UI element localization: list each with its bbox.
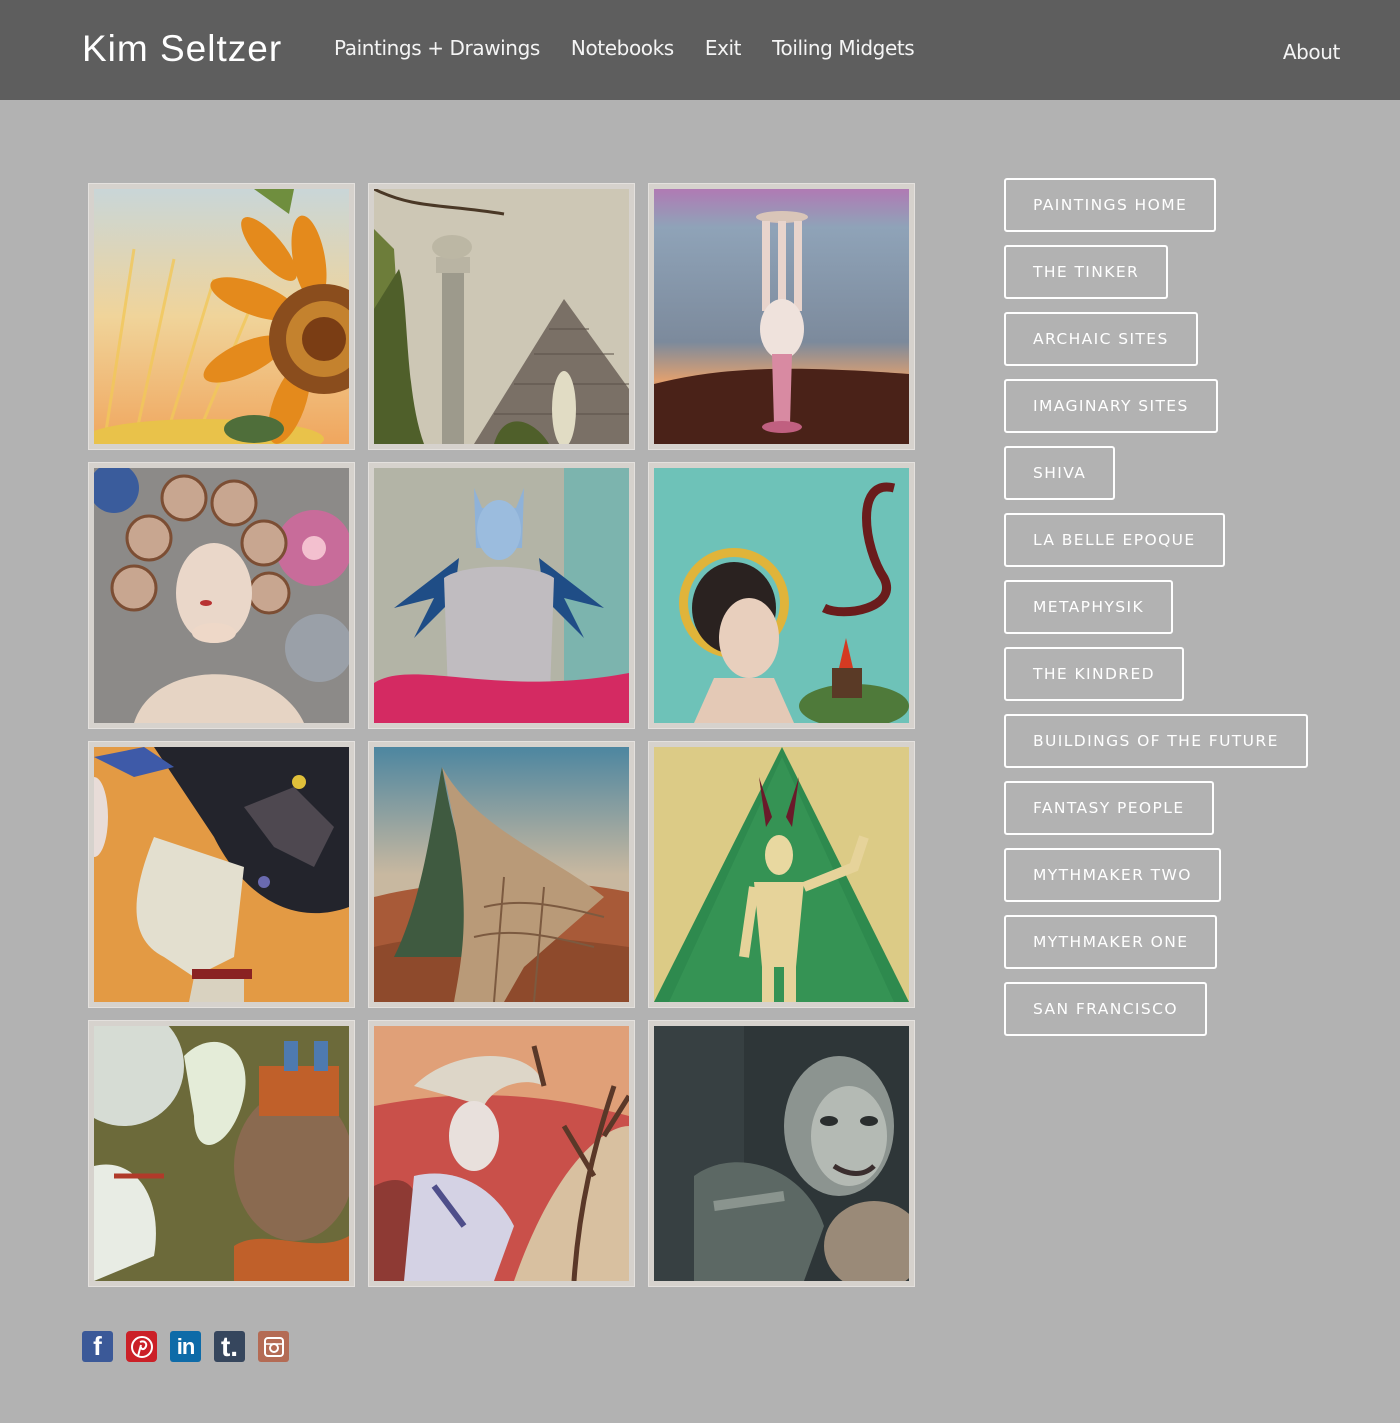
pinterest-glyph [130,1335,153,1358]
gallery-tile[interactable] [368,183,635,450]
nav-toiling-midgets[interactable]: Toiling Midgets [772,36,915,60]
pillar-pyramid-painting [374,189,629,444]
category-fantasy-people[interactable]: FANTASY PEOPLE [1004,781,1214,835]
pinterest-icon[interactable] [126,1331,157,1362]
category-san-francisco[interactable]: SAN FRANCISCO [1004,982,1207,1036]
gallery-tile[interactable] [88,1020,355,1287]
bat-woman-profile-painting [94,747,349,1002]
gallery-tile[interactable] [648,183,915,450]
dark-masked-face-painting [654,1026,909,1281]
site-brand-link[interactable]: Kim Seltzer [82,28,282,70]
tumblr-icon[interactable]: t. [214,1331,245,1362]
windswept-figure-painting [374,1026,629,1281]
instagram-icon[interactable] [258,1331,289,1362]
floating-column-painting [654,189,909,444]
painting-gallery-grid [88,183,915,1287]
category-metaphysik[interactable]: METAPHYSIK [1004,580,1174,634]
facebook-icon[interactable]: f [82,1331,113,1362]
floral-headdress-figure-painting [94,468,349,723]
gallery-tile[interactable] [368,741,635,1008]
horned-figure-green-triangle-painting [654,747,909,1002]
nav-paintings-drawings[interactable]: Paintings + Drawings [334,36,540,60]
gallery-tile[interactable] [648,741,915,1008]
crowned-surreal-figures-painting [94,1026,349,1281]
top-navigation-bar: Kim Seltzer Paintings + Drawings Noteboo… [0,0,1400,100]
category-archaic-sites[interactable]: ARCHAIC SITES [1004,312,1198,366]
haloed-woman-serpent-painting [654,468,909,723]
nav-exit[interactable]: Exit [705,36,742,60]
gallery-tile[interactable] [368,462,635,729]
gallery-tile[interactable] [648,1020,915,1287]
category-mythmaker-one[interactable]: MYTHMAKER ONE [1004,915,1218,969]
sunflower-sunrise-painting [94,189,349,444]
social-links: f in t. [82,1331,289,1362]
gallery-tile[interactable] [368,1020,635,1287]
gallery-tile[interactable] [88,741,355,1008]
gallery-tile[interactable] [88,462,355,729]
instagram-glyph [263,1336,284,1357]
winged-blue-figure-painting [374,468,629,723]
gallery-tile[interactable] [88,183,355,450]
nav-about[interactable]: About [1283,40,1341,64]
category-paintings-home[interactable]: PAINTINGS HOME [1004,178,1217,232]
main-nav: Paintings + Drawings Notebooks Exit Toil… [334,36,915,60]
painting-categories: PAINTINGS HOME THE TINKER ARCHAIC SITES … [1004,178,1308,1036]
category-buildings-of-the-future[interactable]: BUILDINGS OF THE FUTURE [1004,714,1308,768]
category-imaginary-sites[interactable]: IMAGINARY SITES [1004,379,1218,433]
linkedin-icon[interactable]: in [170,1331,201,1362]
nav-notebooks[interactable]: Notebooks [571,36,674,60]
category-the-tinker[interactable]: THE TINKER [1004,245,1169,299]
category-the-kindred[interactable]: THE KINDRED [1004,647,1185,701]
category-shiva[interactable]: SHIVA [1004,446,1116,500]
gallery-tile[interactable] [648,462,915,729]
category-mythmaker-two[interactable]: MYTHMAKER TWO [1004,848,1221,902]
curved-tower-landscape-painting [374,747,629,1002]
category-la-belle-epoque[interactable]: LA BELLE EPOQUE [1004,513,1225,567]
